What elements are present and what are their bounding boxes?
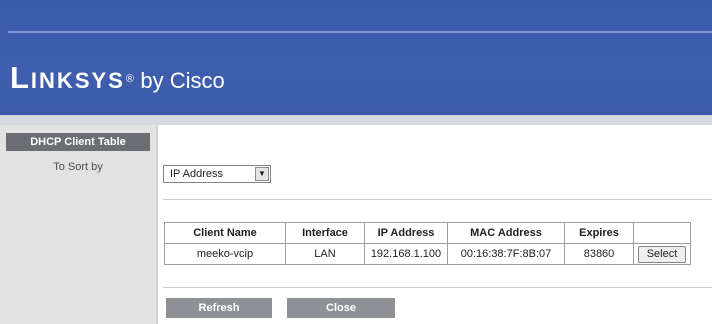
column-header-interface: Interface <box>285 222 365 244</box>
table-header-row: Client Name Interface IP Address MAC Add… <box>164 222 691 244</box>
sort-by-select-value: IP Address <box>170 168 223 180</box>
dhcp-client-table: Client Name Interface IP Address MAC Add… <box>164 222 691 265</box>
column-header-action <box>633 222 691 244</box>
sidebar: DHCP Client Table To Sort by <box>0 125 156 324</box>
cell-interface: LAN <box>285 243 365 265</box>
cell-client-name: meeko-vcip <box>164 243 286 265</box>
cell-ip-address: 192.168.1.100 <box>364 243 448 265</box>
close-button[interactable]: Close <box>287 298 395 318</box>
linksys-logo: Linksys® by Cisco <box>10 60 225 96</box>
sort-by-label: To Sort by <box>53 161 103 173</box>
banner-divider <box>8 31 712 33</box>
content-divider <box>156 125 158 324</box>
column-header-ip-address: IP Address <box>364 222 448 244</box>
logo-by-cisco: by Cisco <box>140 68 225 93</box>
column-header-mac-address: MAC Address <box>447 222 565 244</box>
column-header-client-name: Client Name <box>164 222 286 244</box>
sort-by-select[interactable]: IP Address ▼ <box>163 165 271 183</box>
table-row: meeko-vcip LAN 192.168.1.100 00:16:38:7F… <box>164 243 691 265</box>
refresh-button[interactable]: Refresh <box>166 298 272 318</box>
header-strip <box>0 115 712 125</box>
column-header-expires: Expires <box>564 222 634 244</box>
select-client-button[interactable]: Select <box>638 245 686 263</box>
logo-brand-text: Linksys <box>10 60 125 95</box>
cell-expires: 83860 <box>564 243 634 265</box>
cell-action: Select <box>633 243 691 265</box>
sidebar-section-title: DHCP Client Table <box>6 133 150 151</box>
cell-mac-address: 00:16:38:7F:8B:07 <box>447 243 565 265</box>
header-banner: Linksys® by Cisco <box>0 0 712 115</box>
divider-line-bottom <box>163 287 712 288</box>
divider-line <box>163 199 712 200</box>
chevron-down-icon[interactable]: ▼ <box>255 167 269 181</box>
logo-registered-mark: ® <box>125 72 134 85</box>
